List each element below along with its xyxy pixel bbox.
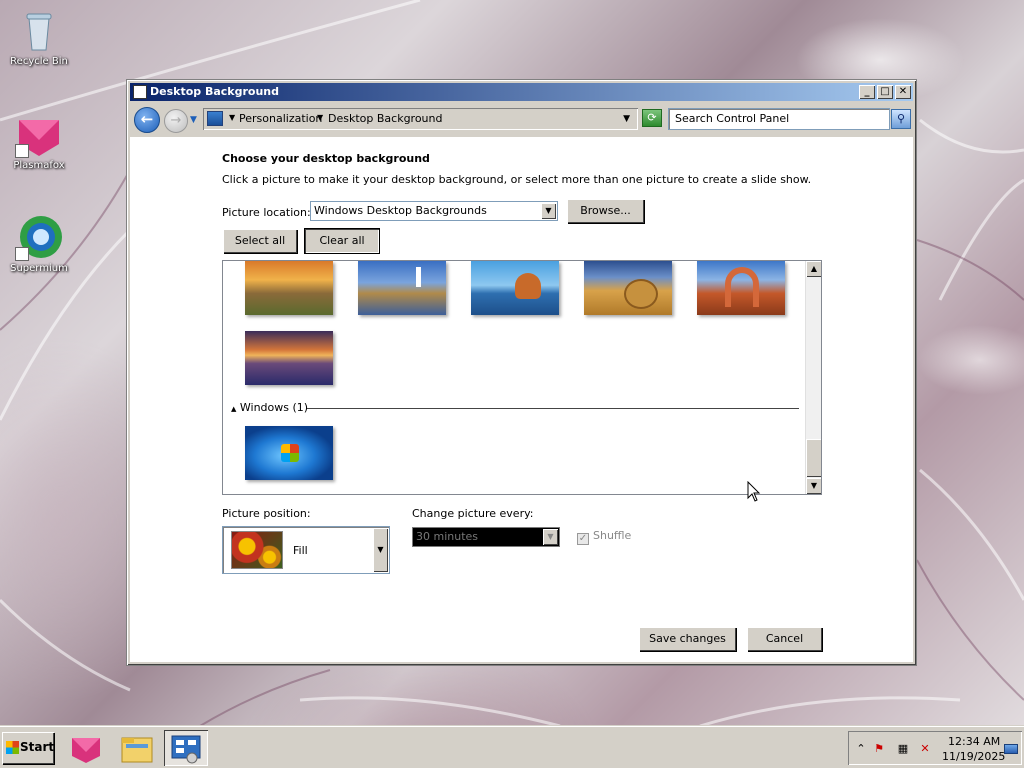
picture-position-label: Picture position:: [222, 507, 311, 520]
desktop-background-window: Desktop Background _ □ ✕ ← → ▼ ▼ Persona…: [126, 79, 917, 666]
picture-location-label: Picture location:: [222, 206, 311, 219]
chevron-down-icon: ▼: [543, 529, 558, 545]
wallpaper-thumbnail[interactable]: [245, 261, 333, 315]
mouse-pointer-icon: [747, 481, 761, 502]
desktop-icon-recycle-bin[interactable]: Recycle Bin: [1, 6, 77, 67]
wallpaper-thumbnail[interactable]: [584, 261, 672, 315]
picture-position-value: Fill: [293, 544, 308, 557]
chevron-down-icon[interactable]: ▼: [541, 203, 556, 219]
desktop-icon-label: Supermium: [10, 263, 68, 274]
wallpaper-thumbnail[interactable]: [245, 331, 333, 385]
taskbar: Start ⌃ ⚑ ▦ ✕ 12:34 AM 11/19/2025: [0, 726, 1024, 768]
shuffle-label: Shuffle: [593, 529, 632, 542]
forward-button[interactable]: →: [164, 109, 188, 133]
position-preview-image: [231, 531, 283, 569]
collapse-icon[interactable]: ▲: [231, 405, 236, 413]
close-button[interactable]: ✕: [895, 85, 911, 99]
taskbar-file-explorer[interactable]: [115, 730, 159, 766]
supermium-icon: [15, 213, 63, 261]
plasmafox-icon: [72, 738, 100, 763]
picture-position-select[interactable]: Fill ▼: [222, 526, 390, 574]
page-subtitle: Click a picture to make it your desktop …: [222, 173, 812, 186]
taskbar-control-panel[interactable]: [164, 730, 208, 766]
folder-icon: [121, 737, 153, 763]
back-button[interactable]: ←: [134, 107, 160, 133]
recycle-bin-icon: [15, 6, 63, 54]
wallpaper-thumbnail[interactable]: [697, 261, 785, 315]
breadcrumb-desktop-background[interactable]: Desktop Background: [328, 112, 443, 125]
change-interval-select: 30 minutes ▼: [412, 527, 560, 547]
navigation-bar: ← → ▼ ▼ Personalization ▼ Desktop Backgr…: [130, 103, 913, 135]
section-header-windows[interactable]: ▲ Windows (1): [231, 401, 308, 414]
control-panel-icon: [133, 85, 147, 99]
section-title: Windows (1): [239, 401, 309, 414]
start-button[interactable]: Start: [2, 732, 54, 764]
breadcrumb-arrow-icon[interactable]: ▼: [317, 113, 323, 122]
cancel-button[interactable]: Cancel: [747, 627, 822, 651]
change-picture-label: Change picture every:: [412, 507, 534, 520]
desktop-icon-label: Plasmafox: [13, 160, 65, 171]
show-hidden-icons-icon[interactable]: ⌃: [854, 742, 868, 756]
save-changes-button[interactable]: Save changes: [639, 627, 736, 651]
address-dropdown-icon[interactable]: ▼: [623, 114, 630, 124]
scroll-up-icon[interactable]: ▲: [806, 261, 821, 277]
volume-muted-icon[interactable]: ✕: [918, 742, 932, 756]
shuffle-checkbox: ✓ Shuffle: [577, 529, 631, 545]
clock-time[interactable]: 12:34 AM: [948, 735, 1000, 748]
chevron-down-icon[interactable]: ▼: [373, 528, 388, 572]
address-bar[interactable]: ▼ Personalization ▼ Desktop Background ▼: [203, 108, 638, 130]
main-content: Choose your desktop background Click a p…: [130, 137, 913, 662]
wallpaper-thumbnail[interactable]: [245, 426, 333, 480]
picture-gallery: ▲ Windows (1) ▲ ▼: [222, 260, 822, 495]
gallery-scrollbar[interactable]: ▲ ▼: [805, 261, 821, 494]
desktop-icon-label: Recycle Bin: [10, 56, 68, 67]
maximize-button[interactable]: □: [877, 85, 893, 99]
desktop-icon-supermium[interactable]: Supermium: [1, 213, 77, 274]
scroll-down-icon[interactable]: ▼: [806, 478, 821, 494]
window-titlebar[interactable]: Desktop Background _ □ ✕: [130, 83, 913, 101]
wallpaper-thumbnail[interactable]: [471, 261, 559, 315]
wallpaper-thumbnail[interactable]: [358, 261, 446, 315]
windows-logo-icon: [281, 444, 299, 462]
control-panel-icon: [207, 111, 223, 126]
breadcrumb-personalization[interactable]: Personalization: [239, 112, 322, 125]
refresh-icon[interactable]: ⟳: [642, 109, 662, 127]
desktop-icon-plasmafox[interactable]: Plasmafox: [1, 110, 77, 171]
browse-button[interactable]: Browse...: [567, 199, 644, 223]
clear-all-button[interactable]: Clear all: [305, 229, 379, 253]
section-divider: [307, 408, 799, 409]
system-tray: ⌃ ⚑ ▦ ✕ 12:34 AM 11/19/2025: [848, 731, 1022, 765]
clock-date[interactable]: 11/19/2025: [942, 750, 1005, 763]
window-title: Desktop Background: [150, 85, 280, 98]
search-input[interactable]: Search Control Panel: [668, 108, 890, 130]
shortcut-arrow-icon: [15, 144, 29, 158]
shortcut-arrow-icon: [15, 247, 29, 261]
start-label: Start: [20, 740, 55, 754]
checkbox-checked-icon: ✓: [577, 533, 589, 545]
select-all-button[interactable]: Select all: [223, 229, 297, 253]
picture-location-value: Windows Desktop Backgrounds: [314, 204, 487, 217]
control-panel-icon: [171, 735, 201, 764]
picture-location-select[interactable]: Windows Desktop Backgrounds ▼: [310, 201, 558, 221]
network-icon[interactable]: ▦: [896, 742, 910, 756]
recent-pages-dropdown-icon[interactable]: ▼: [190, 115, 197, 125]
breadcrumb-arrow-icon[interactable]: ▼: [229, 113, 235, 122]
change-interval-value: 30 minutes: [416, 530, 479, 543]
taskbar-plasmafox[interactable]: [64, 730, 108, 766]
windows-logo-icon: [6, 741, 19, 754]
page-title: Choose your desktop background: [222, 152, 430, 165]
show-desktop-icon[interactable]: [1004, 744, 1018, 754]
action-center-flag-icon[interactable]: ⚑: [872, 742, 886, 756]
search-icon[interactable]: ⚲: [891, 109, 911, 129]
plasmafox-icon: [15, 110, 63, 158]
minimize-button[interactable]: _: [859, 85, 875, 99]
scrollbar-thumb[interactable]: [806, 439, 821, 477]
